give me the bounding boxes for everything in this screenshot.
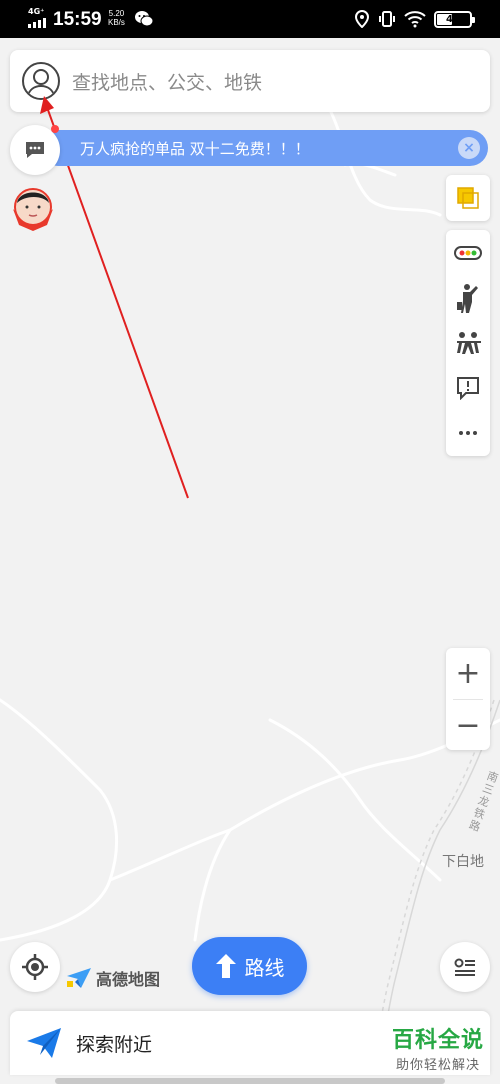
wechat-icon bbox=[135, 11, 154, 27]
list-button[interactable] bbox=[440, 942, 490, 992]
group-icon bbox=[457, 331, 481, 354]
street-view-button[interactable] bbox=[446, 275, 490, 320]
traffic-button[interactable] bbox=[446, 230, 490, 275]
amap-logo: 高德地图 bbox=[66, 966, 160, 990]
explore-nearby-label: 探索附近 bbox=[76, 1033, 153, 1056]
watermark-title: 百科全说 bbox=[391, 1028, 484, 1053]
promo-banner[interactable]: 万人疯抢的单品 双十二免费！！！ × bbox=[40, 130, 488, 166]
status-bar: 4G⁺ 15:59 5.20 KB/s 46 bbox=[0, 0, 500, 38]
close-icon[interactable]: × bbox=[458, 137, 480, 159]
more-button[interactable] bbox=[446, 410, 490, 455]
route-button[interactable]: 路线 bbox=[192, 937, 307, 995]
zoom-controls: + − bbox=[446, 648, 490, 750]
zoom-out-button[interactable]: − bbox=[446, 700, 490, 751]
street-view-icon bbox=[457, 283, 478, 313]
watermark-subtitle: 助你轻松解决 bbox=[395, 1058, 480, 1073]
amap-logo-icon bbox=[67, 968, 91, 988]
traffic-icon bbox=[454, 245, 482, 260]
list-icon bbox=[454, 958, 475, 976]
search-input[interactable]: 查找地点、公交、地铁 bbox=[72, 68, 262, 95]
group-button[interactable] bbox=[446, 320, 490, 365]
battery-icon: 46 bbox=[434, 10, 475, 28]
signal-icon bbox=[28, 18, 48, 28]
map-tools-panel bbox=[446, 230, 490, 456]
message-icon bbox=[26, 142, 44, 158]
place-label: 下白地 bbox=[442, 854, 484, 870]
locate-button[interactable] bbox=[10, 942, 60, 992]
banner-text: 万人疯抢的单品 双十二免费！！！ bbox=[80, 139, 310, 158]
report-icon bbox=[457, 376, 479, 400]
vibrate-icon bbox=[379, 11, 395, 27]
promo-avatar[interactable] bbox=[11, 185, 55, 233]
amap-brand-text: 高德地图 bbox=[96, 970, 161, 989]
report-button[interactable] bbox=[446, 365, 490, 410]
battery-level: 46 bbox=[446, 13, 460, 25]
person-icon bbox=[26, 69, 56, 98]
network-speed: 5.20 KB/s bbox=[108, 9, 125, 27]
layers-button[interactable] bbox=[446, 175, 490, 221]
route-arrow-icon bbox=[215, 954, 236, 978]
wifi-icon bbox=[404, 11, 426, 28]
send-icon bbox=[27, 1028, 61, 1058]
home-indicator bbox=[55, 1078, 445, 1084]
clock: 15:59 bbox=[53, 9, 102, 30]
route-label: 路线 bbox=[244, 955, 285, 980]
network-type: 4G⁺ bbox=[28, 7, 45, 16]
unread-dot bbox=[51, 125, 59, 133]
speed-unit: KB/s bbox=[108, 18, 125, 27]
crosshair-icon bbox=[22, 954, 48, 980]
speed-value: 5.20 bbox=[108, 9, 125, 18]
layers-icon bbox=[457, 187, 479, 209]
more-icon bbox=[459, 430, 477, 435]
status-right: 46 bbox=[354, 9, 475, 29]
user-avatar-icon[interactable] bbox=[22, 62, 60, 100]
location-icon bbox=[354, 10, 370, 28]
zoom-in-button[interactable]: + bbox=[446, 648, 490, 699]
watermark: 百科全说 助你轻松解决 bbox=[392, 1022, 484, 1073]
map-canvas[interactable] bbox=[0, 38, 500, 1084]
search-bar[interactable]: 查找地点、公交、地铁 bbox=[10, 50, 490, 112]
